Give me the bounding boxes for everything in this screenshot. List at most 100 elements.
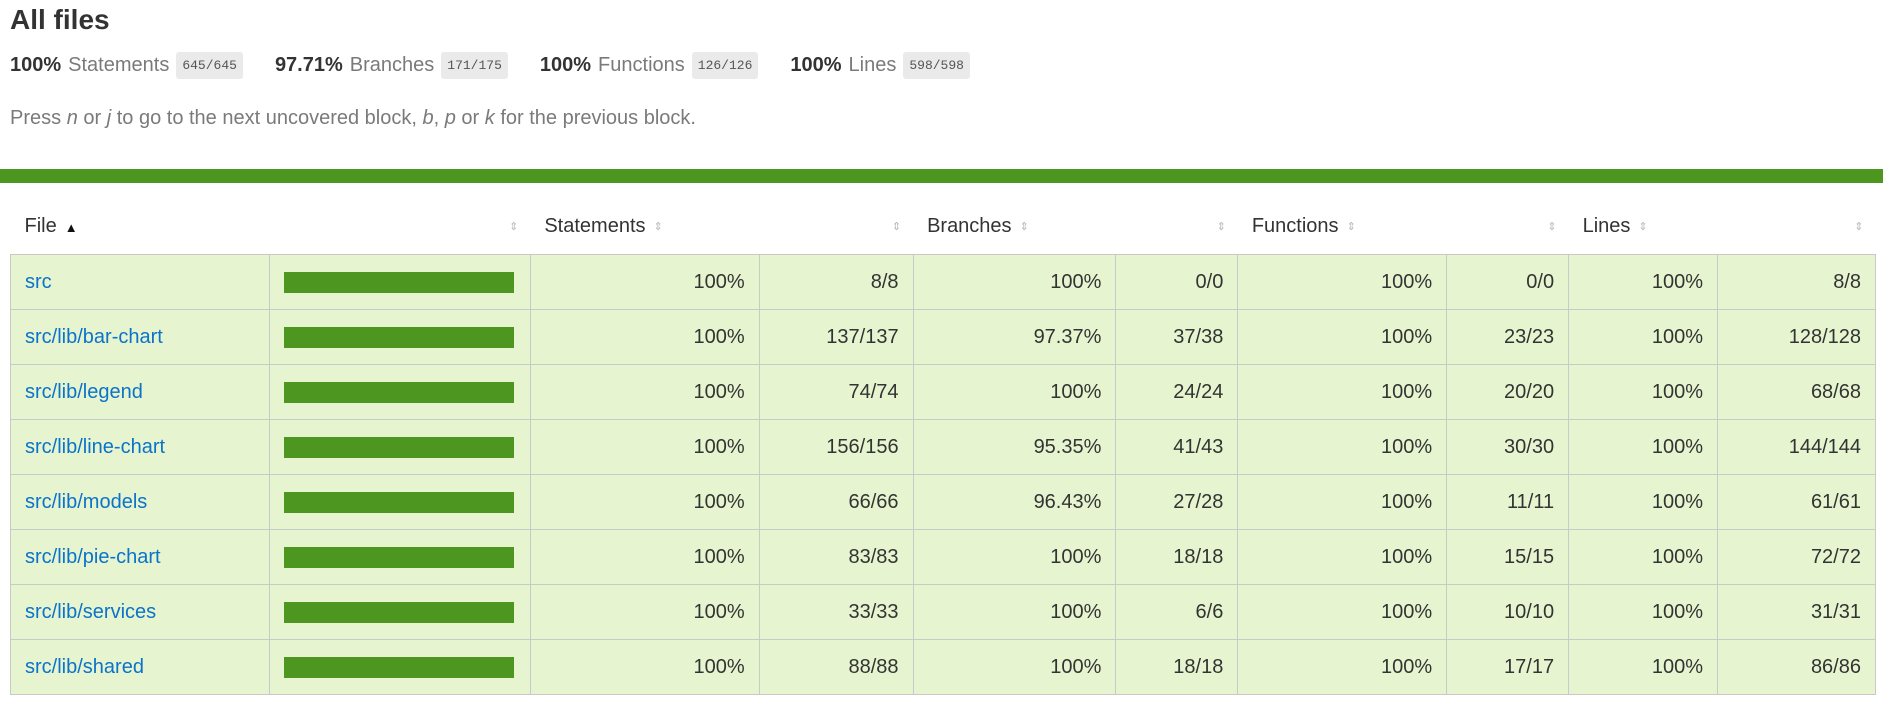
lines-count-cell: 144/144 <box>1717 419 1876 475</box>
summary-label: Functions <box>598 53 685 76</box>
statements-pct-cell: 100% <box>529 474 760 530</box>
coverage-bar <box>283 271 514 293</box>
sort-icon: ⇕ <box>1019 220 1029 233</box>
functions-count-cell: 17/17 <box>1446 639 1570 695</box>
branches-pct-cell: 96.43% <box>912 474 1117 530</box>
hint-key: n <box>66 107 78 129</box>
coverage-status-bar <box>0 169 1883 183</box>
branches-count-cell: 27/28 <box>1115 474 1239 530</box>
table-row: src/lib/pie-chart 100% 83/83 100% 18/18 100% 1… <box>10 529 1876 585</box>
functions-count-cell: 11/11 <box>1446 474 1570 530</box>
coverage-bar-cell <box>268 364 531 420</box>
coverage-bar-cell <box>268 529 531 585</box>
functions-count-cell: 30/30 <box>1446 419 1570 475</box>
header-lines[interactable]: Lines ⇕ ⇕ <box>1569 199 1876 255</box>
functions-pct-cell: 100% <box>1237 474 1448 530</box>
coverage-bar-cell <box>268 419 531 475</box>
hint-key: k <box>484 107 495 129</box>
statements-count-cell: 156/156 <box>758 419 914 475</box>
functions-pct-cell: 100% <box>1237 364 1448 420</box>
file-link[interactable]: src/lib/line-chart <box>25 436 165 458</box>
file-link[interactable]: src/lib/bar-chart <box>25 326 163 348</box>
coverage-bar-fill <box>283 656 514 678</box>
hint-text: to go to the next uncovered block, <box>111 107 423 129</box>
functions-pct-cell: 100% <box>1237 254 1448 310</box>
branches-count-cell: 6/6 <box>1115 584 1239 640</box>
branches-pct-cell: 100% <box>912 639 1117 695</box>
coverage-bar-fill <box>283 436 514 458</box>
summary-statements: 100% Statements 645/645 <box>10 51 243 79</box>
branches-pct-cell: 97.37% <box>912 309 1117 365</box>
statements-count-cell: 88/88 <box>758 639 914 695</box>
lines-count-cell: 61/61 <box>1717 474 1876 530</box>
table-row: src/lib/legend 100% 74/74 100% 24/24 100% 20/2… <box>10 364 1876 420</box>
lines-count-cell: 86/86 <box>1717 639 1876 695</box>
sort-icon: ⇕ <box>653 220 663 233</box>
file-cell: src/lib/bar-chart <box>10 309 270 365</box>
header-statements[interactable]: Statements ⇕ ⇕ <box>530 199 913 255</box>
lines-count-cell: 31/31 <box>1717 584 1876 640</box>
coverage-bar-fill <box>283 326 514 348</box>
statements-pct-cell: 100% <box>529 364 760 420</box>
file-link[interactable]: src/lib/models <box>25 491 147 513</box>
summary-branches: 97.71% Branches 171/175 <box>275 51 508 79</box>
coverage-bar <box>283 601 514 623</box>
lines-pct-cell: 100% <box>1568 419 1718 475</box>
lines-count-cell: 128/128 <box>1717 309 1876 365</box>
functions-pct-cell: 100% <box>1237 639 1448 695</box>
coverage-bar-cell <box>268 474 531 530</box>
lines-pct-cell: 100% <box>1568 529 1718 585</box>
coverage-bar-cell <box>268 254 531 310</box>
header-label: File <box>24 215 57 237</box>
branches-count-cell: 18/18 <box>1115 639 1239 695</box>
lines-pct-cell: 100% <box>1568 639 1718 695</box>
header-file[interactable]: File ▲ <box>11 199 270 255</box>
branches-count-cell: 24/24 <box>1115 364 1239 420</box>
lines-pct-cell: 100% <box>1568 364 1718 420</box>
lines-count-cell: 8/8 <box>1717 254 1876 310</box>
functions-count-cell: 20/20 <box>1446 364 1570 420</box>
lines-count-cell: 68/68 <box>1717 364 1876 420</box>
lines-pct-cell: 100% <box>1568 309 1718 365</box>
sort-icon: ⇕ <box>1854 220 1864 233</box>
branches-pct-cell: 100% <box>912 254 1117 310</box>
file-cell: src/lib/shared <box>10 639 270 695</box>
coverage-bar <box>283 546 514 568</box>
hint-text: or <box>77 107 107 129</box>
coverage-bar-fill <box>283 491 514 513</box>
hint-text: , <box>433 107 445 129</box>
branches-count-cell: 37/38 <box>1115 309 1239 365</box>
header-file-bar[interactable]: ⇕ <box>269 199 530 255</box>
file-link[interactable]: src/lib/pie-chart <box>25 546 161 568</box>
header-functions[interactable]: Functions ⇕ ⇕ <box>1238 199 1569 255</box>
header-label: Branches <box>927 215 1012 237</box>
functions-pct-cell: 100% <box>1237 419 1448 475</box>
file-link[interactable]: src/lib/services <box>25 601 156 623</box>
hint-key: p <box>444 107 456 129</box>
summary-label: Statements <box>68 53 170 76</box>
statements-pct-cell: 100% <box>529 419 760 475</box>
statements-pct-cell: 100% <box>529 309 760 365</box>
sort-icon: ⇕ <box>509 220 519 233</box>
statements-count-cell: 74/74 <box>758 364 914 420</box>
branches-pct-cell: 100% <box>912 584 1117 640</box>
sort-icon: ⇕ <box>1638 220 1648 233</box>
header-label: Lines <box>1582 215 1631 237</box>
page-title: All files <box>10 4 110 35</box>
coverage-bar-cell <box>268 309 531 365</box>
statements-pct-cell: 100% <box>529 254 760 310</box>
file-link[interactable]: src <box>25 271 52 293</box>
file-link[interactable]: src/lib/shared <box>25 656 144 678</box>
coverage-bar-cell <box>268 584 531 640</box>
sort-icon: ⇕ <box>1216 220 1226 233</box>
coverage-summary: 100% Statements 645/645 97.71% Branches … <box>10 49 1873 81</box>
header-branches[interactable]: Branches ⇕ ⇕ <box>913 199 1238 255</box>
coverage-bar <box>283 436 514 458</box>
branches-count-cell: 18/18 <box>1115 529 1239 585</box>
functions-count-cell: 0/0 <box>1446 254 1570 310</box>
sort-icon: ⇕ <box>1346 220 1356 233</box>
summary-lines: 100% Lines 598/598 <box>790 51 970 79</box>
coverage-bar-fill <box>283 546 514 568</box>
file-link[interactable]: src/lib/legend <box>25 381 143 403</box>
statements-pct-cell: 100% <box>529 529 760 585</box>
